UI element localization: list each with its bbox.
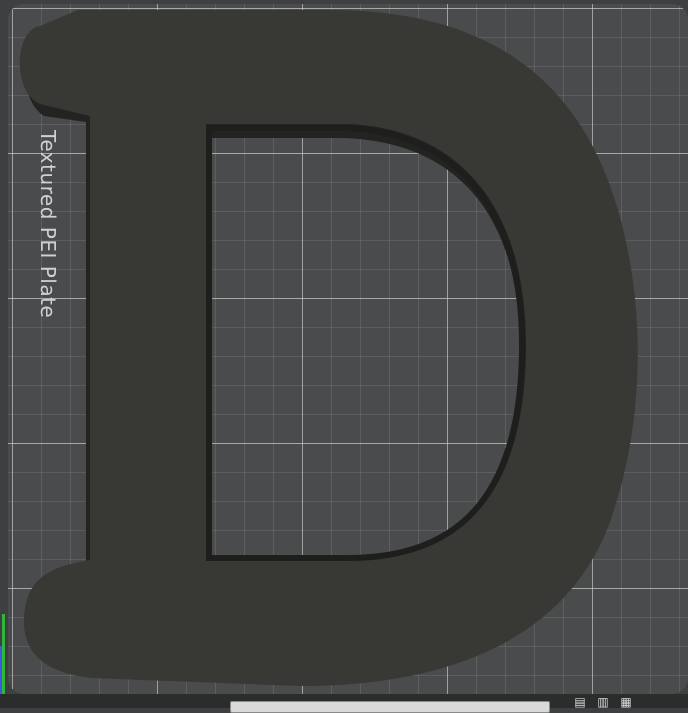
plate-name-label: Textured PEI Plate	[36, 130, 60, 319]
orient-icon[interactable]: ▥	[596, 696, 610, 708]
arrange-icon[interactable]: ▤	[573, 696, 587, 708]
build-plate-scene	[8, 4, 688, 694]
axis-y-indicator	[2, 614, 5, 700]
status-panel	[230, 701, 550, 713]
3d-viewport[interactable]: Textured PEI Plate	[0, 0, 688, 708]
layout-icon[interactable]: ▦	[619, 696, 633, 708]
